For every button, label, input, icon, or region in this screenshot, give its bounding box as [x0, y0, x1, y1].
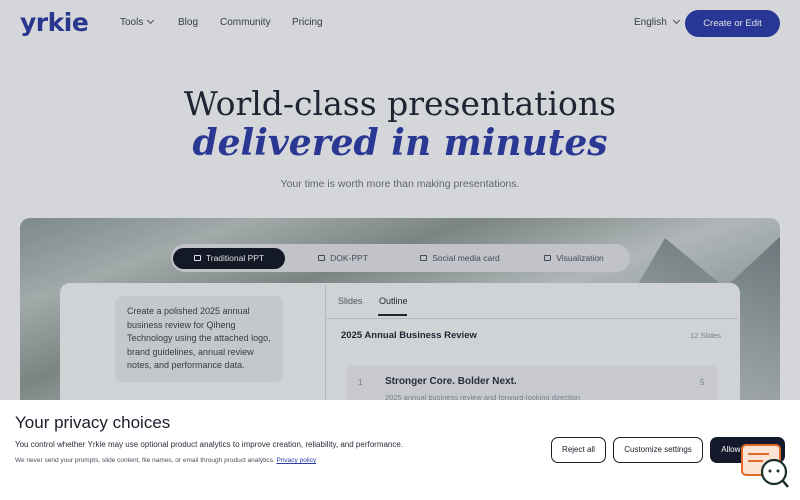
chat-support-icon[interactable] [741, 444, 790, 489]
customize-settings-button[interactable]: Customize settings [613, 437, 703, 463]
privacy-policy-link[interactable]: Privacy policy [276, 457, 316, 464]
consent-small-text: We never send your prompts, slide conten… [15, 457, 316, 464]
consent-text: You control whether Yrkie may use option… [15, 440, 404, 449]
reject-all-button[interactable]: Reject all [551, 437, 606, 463]
consent-dim-overlay [0, 0, 800, 400]
consent-title: Your privacy choices [15, 413, 171, 432]
consent-note: We never send your prompts, slide conten… [15, 457, 275, 464]
